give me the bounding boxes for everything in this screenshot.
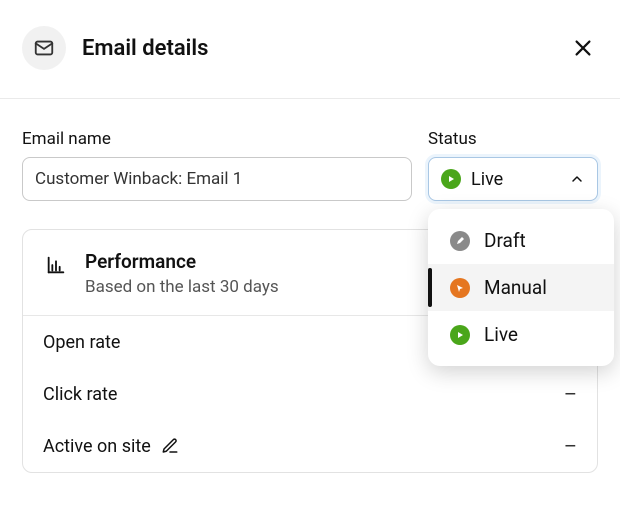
edit-icon[interactable] bbox=[161, 437, 179, 455]
status-option-manual[interactable]: Manual bbox=[428, 264, 614, 311]
email-name-input[interactable] bbox=[22, 157, 412, 201]
metric-label: Open rate bbox=[43, 332, 120, 353]
status-field-group: Status Live Draft bbox=[428, 129, 598, 201]
form-area: Email name Status Live Draft bbox=[0, 99, 620, 201]
chevron-up-icon bbox=[569, 171, 585, 187]
metric-label: Active on site bbox=[43, 436, 151, 457]
metric-label: Click rate bbox=[43, 384, 117, 405]
cursor-circle-icon bbox=[450, 278, 470, 298]
metric-value: – bbox=[564, 434, 577, 458]
envelope-icon bbox=[22, 26, 66, 70]
close-icon bbox=[572, 37, 594, 59]
play-circle-icon bbox=[441, 169, 461, 189]
close-button[interactable] bbox=[568, 33, 598, 63]
panel-header: Email details bbox=[0, 0, 620, 98]
status-select[interactable]: Live bbox=[428, 157, 598, 201]
option-label: Manual bbox=[484, 276, 547, 299]
metric-row-active-on-site: Active on site – bbox=[23, 420, 597, 472]
email-name-label: Email name bbox=[22, 129, 412, 149]
option-label: Draft bbox=[484, 229, 526, 252]
status-select-value: Live bbox=[471, 169, 559, 190]
performance-title: Performance bbox=[85, 250, 279, 273]
bar-chart-icon bbox=[45, 254, 67, 280]
metric-value: – bbox=[564, 382, 577, 406]
metric-row-click-rate: Click rate – bbox=[23, 368, 597, 420]
status-option-draft[interactable]: Draft bbox=[428, 217, 614, 264]
email-name-field-group: Email name bbox=[22, 129, 412, 201]
performance-subtitle: Based on the last 30 days bbox=[85, 277, 279, 297]
play-circle-icon bbox=[450, 325, 470, 345]
page-title: Email details bbox=[82, 36, 568, 61]
option-label: Live bbox=[484, 323, 518, 346]
status-option-live[interactable]: Live bbox=[428, 311, 614, 358]
pencil-circle-icon bbox=[450, 231, 470, 251]
status-label: Status bbox=[428, 129, 598, 149]
status-dropdown: Draft Manual Live bbox=[428, 209, 614, 366]
